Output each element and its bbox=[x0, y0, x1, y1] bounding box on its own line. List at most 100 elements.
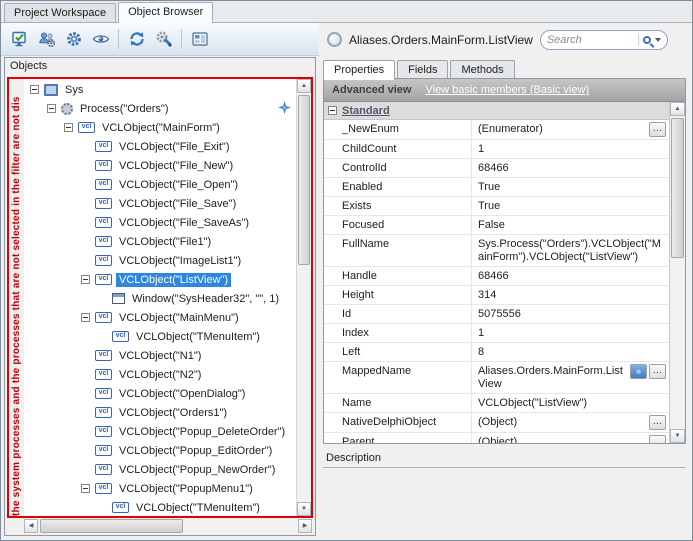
property-row[interactable]: ControlId68466 bbox=[324, 159, 669, 178]
property-value[interactable]: (Enumerator)… bbox=[472, 120, 669, 139]
property-value[interactable]: True bbox=[472, 178, 669, 196]
tree-item[interactable]: vclVCLObject("Popup_DeleteOrder") bbox=[24, 422, 296, 441]
tab-project-workspace[interactable]: Project Workspace bbox=[4, 3, 116, 22]
tree-item[interactable]: vclVCLObject("PopupMenu1") bbox=[24, 479, 296, 498]
property-row[interactable]: Left8 bbox=[324, 343, 669, 362]
panel-button[interactable] bbox=[186, 27, 213, 52]
property-value[interactable]: VCLObject("ListView") bbox=[472, 394, 669, 412]
tree-item[interactable]: vclVCLObject("ListView") bbox=[24, 270, 296, 289]
collapse-toggle[interactable] bbox=[81, 313, 90, 322]
settings-button[interactable] bbox=[60, 27, 87, 52]
collapse-toggle[interactable] bbox=[64, 123, 73, 132]
scroll-right-arrow[interactable]: ▶ bbox=[298, 519, 312, 533]
property-value[interactable]: 68466 bbox=[472, 159, 669, 177]
property-row[interactable]: Height314 bbox=[324, 286, 669, 305]
tree-item[interactable]: vclVCLObject("File_Open") bbox=[24, 175, 296, 194]
property-row[interactable]: FullNameSys.Process("Orders").VCLObject(… bbox=[324, 235, 669, 267]
grid-vertical-scrollbar[interactable]: ▲ ▼ bbox=[669, 102, 685, 443]
tree-item[interactable]: vclVCLObject("File_SaveAs") bbox=[24, 213, 296, 232]
tab-object-browser[interactable]: Object Browser bbox=[118, 2, 213, 23]
property-group-row[interactable]: Standard bbox=[324, 102, 669, 120]
refresh-button[interactable] bbox=[123, 27, 150, 52]
property-value[interactable]: Aliases.Orders.MainForm.ListView»… bbox=[472, 362, 669, 393]
tree-item[interactable]: vclVCLObject("Popup_EditOrder") bbox=[24, 441, 296, 460]
collapse-toggle[interactable] bbox=[81, 275, 90, 284]
tab-fields[interactable]: Fields bbox=[397, 60, 448, 78]
basic-view-link[interactable]: View basic members (Basic view) bbox=[425, 84, 589, 96]
mapped-name-button[interactable]: » bbox=[630, 364, 647, 379]
object-checkpoint-button[interactable] bbox=[6, 27, 33, 52]
property-row[interactable]: NameVCLObject("ListView") bbox=[324, 394, 669, 413]
tree-item[interactable]: vclVCLObject("File_Save") bbox=[24, 194, 296, 213]
advanced-settings-button[interactable] bbox=[150, 27, 177, 52]
property-value[interactable]: Sys.Process("Orders").VCLObject("MainFor… bbox=[472, 235, 669, 266]
property-row[interactable]: Handle68466 bbox=[324, 267, 669, 286]
tab-methods[interactable]: Methods bbox=[450, 60, 514, 78]
scroll-thumb[interactable] bbox=[298, 95, 310, 265]
scroll-left-arrow[interactable]: ◀ bbox=[24, 519, 38, 533]
tree-item[interactable]: vclVCLObject("ImageList1") bbox=[24, 251, 296, 270]
search-icon[interactable] bbox=[643, 36, 651, 44]
property-row[interactable]: ChildCount1 bbox=[324, 140, 669, 159]
property-value[interactable]: True bbox=[472, 197, 669, 215]
collapse-toggle[interactable] bbox=[30, 85, 39, 94]
property-row[interactable]: Id5075556 bbox=[324, 305, 669, 324]
tree-item[interactable]: vclVCLObject("Popup_NewOrder") bbox=[24, 460, 296, 479]
property-row[interactable]: EnabledTrue bbox=[324, 178, 669, 197]
scroll-thumb[interactable] bbox=[40, 519, 183, 533]
tree-item[interactable]: vclVCLObject("OpenDialog") bbox=[24, 384, 296, 403]
scroll-down-arrow[interactable]: ▼ bbox=[297, 502, 311, 516]
ellipsis-button[interactable]: … bbox=[649, 364, 666, 379]
tree-item[interactable]: vcl VCLObject("MainForm") bbox=[24, 118, 296, 137]
property-row[interactable]: ExistsTrue bbox=[324, 197, 669, 216]
property-row[interactable]: _NewEnum(Enumerator)… bbox=[324, 120, 669, 140]
collapse-toggle[interactable] bbox=[81, 484, 90, 493]
tree-item[interactable]: vclVCLObject("Orders1") bbox=[24, 403, 296, 422]
scroll-thumb[interactable] bbox=[671, 118, 684, 258]
ellipsis-button[interactable]: … bbox=[649, 435, 666, 443]
scroll-up-arrow[interactable]: ▲ bbox=[297, 79, 311, 93]
tab-properties[interactable]: Properties bbox=[323, 60, 395, 80]
tree-vertical-scrollbar[interactable]: ▲ ▼ bbox=[296, 79, 311, 516]
collapse-toggle[interactable] bbox=[328, 106, 337, 115]
property-row[interactable]: FocusedFalse bbox=[324, 216, 669, 235]
tree-item[interactable]: vclVCLObject("File_Exit") bbox=[24, 137, 296, 156]
property-value[interactable]: 1 bbox=[472, 324, 669, 342]
tree-item[interactable]: vclVCLObject("File1") bbox=[24, 232, 296, 251]
property-row[interactable]: Parent(Object)… bbox=[324, 433, 669, 443]
tree-item[interactable]: vclVCLObject("N2") bbox=[24, 365, 296, 384]
tree-item[interactable]: vclVCLObject("TMenuItem") bbox=[24, 498, 296, 516]
highlight-on-screen-button[interactable] bbox=[87, 27, 114, 52]
property-value[interactable]: (Object)… bbox=[472, 433, 669, 443]
property-value[interactable]: 8 bbox=[472, 343, 669, 361]
scroll-track[interactable] bbox=[38, 519, 298, 533]
property-value[interactable]: 314 bbox=[472, 286, 669, 304]
property-value[interactable]: (Object)… bbox=[472, 413, 669, 432]
tree-item[interactable]: vclVCLObject("MainMenu") bbox=[24, 308, 296, 327]
property-value[interactable]: False bbox=[472, 216, 669, 234]
tree-item[interactable]: vclVCLObject("File_New") bbox=[24, 156, 296, 175]
scroll-down-arrow[interactable]: ▼ bbox=[670, 429, 685, 443]
search-options-caret[interactable] bbox=[655, 38, 661, 42]
ellipsis-button[interactable]: … bbox=[649, 122, 666, 137]
process-filter-button[interactable] bbox=[33, 27, 60, 52]
search-input[interactable] bbox=[547, 34, 634, 46]
tree-item-label: VCLObject("MainForm") bbox=[99, 121, 223, 135]
property-value[interactable]: 5075556 bbox=[472, 305, 669, 323]
property-value[interactable]: 1 bbox=[472, 140, 669, 158]
property-row[interactable]: Index1 bbox=[324, 324, 669, 343]
tree-item[interactable]: Process("Orders") bbox=[24, 99, 296, 118]
tree-horizontal-scrollbar[interactable]: ◀ ▶ bbox=[24, 519, 312, 533]
vcl-icon: vcl bbox=[95, 217, 112, 228]
property-value[interactable]: 68466 bbox=[472, 267, 669, 285]
tree-item[interactable]: Sys bbox=[24, 80, 296, 99]
tree-item[interactable]: Window("SysHeader32", "", 1) bbox=[24, 289, 296, 308]
vcl-icon: vcl bbox=[78, 122, 95, 133]
ellipsis-button[interactable]: … bbox=[649, 415, 666, 430]
property-row[interactable]: MappedNameAliases.Orders.MainForm.ListVi… bbox=[324, 362, 669, 394]
scroll-up-arrow[interactable]: ▲ bbox=[670, 102, 685, 116]
property-row[interactable]: NativeDelphiObject(Object)… bbox=[324, 413, 669, 433]
tree-item[interactable]: vclVCLObject("N1") bbox=[24, 346, 296, 365]
tree-item[interactable]: vclVCLObject("TMenuItem") bbox=[24, 327, 296, 346]
collapse-toggle[interactable] bbox=[47, 104, 56, 113]
